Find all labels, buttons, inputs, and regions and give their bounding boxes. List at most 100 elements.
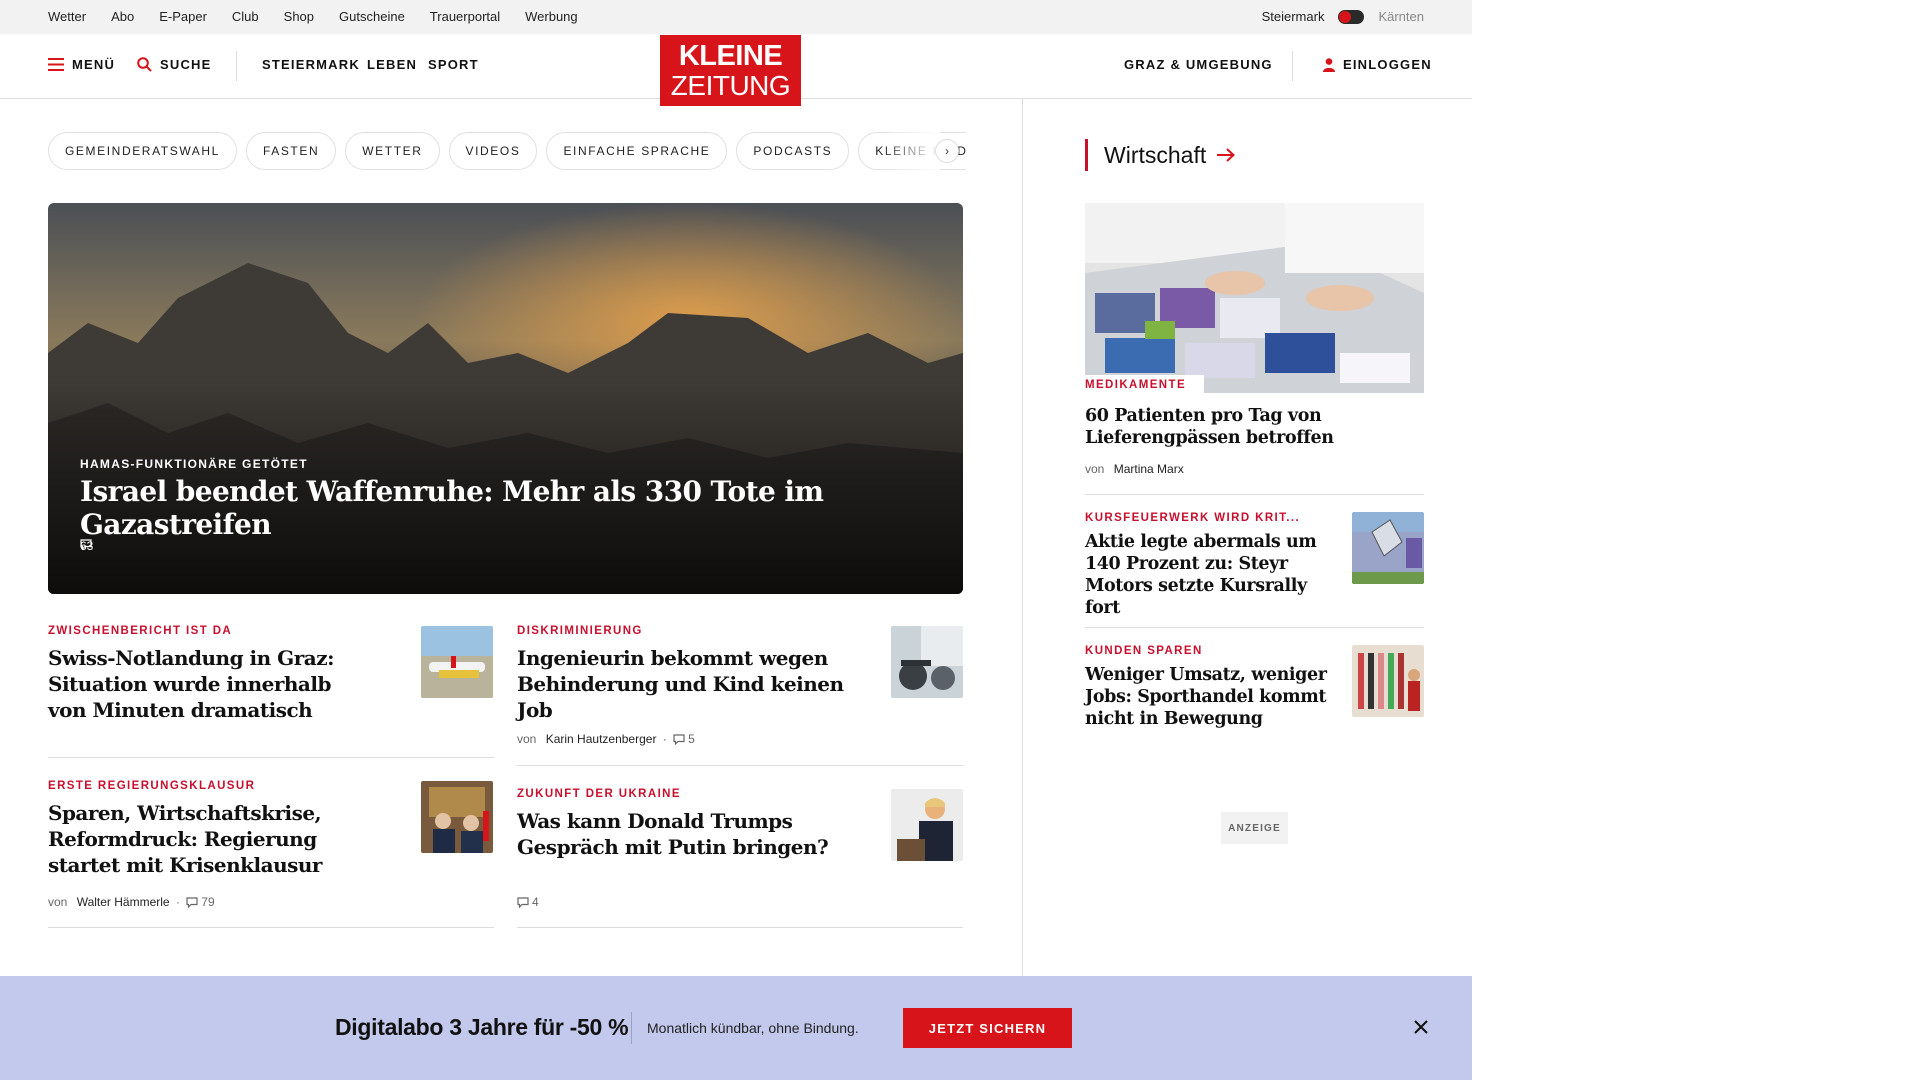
- region-kaernten[interactable]: Kärnten: [1378, 9, 1424, 24]
- meta-separator: ·: [172, 895, 184, 909]
- article-kicker: ERSTE REGIERUNGSKLAUSUR: [48, 780, 256, 792]
- utility-link-wetter[interactable]: Wetter: [48, 9, 86, 24]
- logo-line-2: ZEITUNG: [670, 70, 791, 101]
- sidebar-article-thumbnail[interactable]: [1352, 645, 1424, 717]
- region-switch: Steiermark Kärnten: [1262, 9, 1424, 24]
- sidebar-lead-meta: von Martina Marx: [1085, 462, 1184, 476]
- chip-wetter[interactable]: WETTER: [345, 132, 440, 170]
- hamburger-icon: [48, 58, 64, 71]
- row-divider: [1085, 494, 1424, 495]
- ad-label: ANZEIGE: [1221, 812, 1288, 844]
- article-card[interactable]: ZUKUNFT DER UKRAINE Was kann Donald Trum…: [517, 788, 867, 860]
- login-label: EINLOGGEN: [1343, 57, 1432, 72]
- comment-icon: [80, 539, 92, 550]
- article-comment-count[interactable]: 79: [201, 895, 214, 909]
- article-comment-count[interactable]: 4: [532, 895, 539, 909]
- banner-subtext: Monatlich kündbar, ohne Bindung.: [647, 1020, 859, 1036]
- column-divider: [1022, 99, 1023, 979]
- article-by: von: [517, 732, 537, 746]
- article-title[interactable]: Sparen, Wirtschaftskrise, Reformdruck: R…: [48, 800, 348, 878]
- hero-title[interactable]: Israel beendet Waffenruhe: Mehr als 330 …: [80, 475, 963, 541]
- sidebar-article-title[interactable]: Weniger Umsatz, weniger Jobs: Sporthande…: [1085, 664, 1330, 730]
- article-card[interactable]: ZWISCHENBERICHT IST DA Swiss-Notlandung …: [48, 625, 348, 723]
- banner-divider: [631, 1012, 632, 1044]
- article-card[interactable]: DISKRIMINIERUNG Ingenieurin bekommt wege…: [517, 625, 867, 723]
- utility-link-gutscheine[interactable]: Gutscheine: [339, 9, 405, 24]
- article-kicker: ZWISCHENBERICHT IST DA: [48, 625, 233, 637]
- utility-link-werbung[interactable]: Werbung: [525, 9, 578, 24]
- nav-steiermark[interactable]: STEIERMARK: [262, 57, 360, 72]
- row-divider: [517, 765, 963, 766]
- nav-leben[interactable]: LEBEN: [367, 57, 417, 72]
- region-toggle[interactable]: [1338, 9, 1365, 24]
- chip-fasten[interactable]: FASTEN: [245, 132, 337, 170]
- site-logo[interactable]: KLEINE ZEITUNG: [660, 35, 801, 106]
- utility-link-shop[interactable]: Shop: [284, 9, 314, 24]
- row-divider: [48, 757, 494, 758]
- region-steiermark[interactable]: Steiermark: [1262, 9, 1325, 24]
- article-card[interactable]: ERSTE REGIERUNGSKLAUSUR Sparen, Wirtscha…: [48, 780, 348, 878]
- chip-podcasts[interactable]: PODCASTS: [736, 132, 850, 170]
- header-divider: [236, 51, 237, 81]
- sidebar-article-kicker: KURSFEUERWERK WIRD KRIT...: [1085, 512, 1301, 524]
- article-author[interactable]: Martina Marx: [1114, 462, 1184, 476]
- hero-kicker: HAMAS-FUNKTIONÄRE GETÖTET: [80, 457, 308, 471]
- comment-icon: [517, 896, 529, 908]
- sidebar-article[interactable]: KURSFEUERWERK WIRD KRIT... Aktie legte a…: [1085, 512, 1330, 619]
- subscribe-button[interactable]: JETZT SICHERN: [903, 1008, 1072, 1048]
- login-button[interactable]: EINLOGGEN: [1323, 57, 1432, 72]
- article-thumbnail[interactable]: [421, 626, 493, 698]
- utility-link-trauerportal[interactable]: Trauerportal: [430, 9, 500, 24]
- article-by: von: [48, 895, 68, 909]
- sidebar-article-title[interactable]: Aktie legte abermals um 140 Prozent zu: …: [1085, 531, 1330, 619]
- utility-links: Wetter Abo E-Paper Club Shop Gutscheine …: [48, 9, 578, 24]
- article-by: von: [1085, 462, 1105, 476]
- article-meta: von Walter Hämmerle · 79: [48, 895, 215, 909]
- chip-einfache-sprache[interactable]: EINFACHE SPRACHE: [546, 132, 728, 170]
- section-header-wirtschaft[interactable]: Wirtschaft: [1085, 139, 1236, 171]
- article-title[interactable]: Ingenieurin bekommt wegen Behinderung un…: [517, 645, 867, 723]
- chips-scroll-right-button[interactable]: ›: [935, 139, 959, 163]
- article-title[interactable]: Swiss-Notlandung in Graz: Situation wurd…: [48, 645, 348, 723]
- subscription-banner: Digitalabo 3 Jahre für -50 % Monatlich k…: [0, 976, 1472, 1080]
- nav-sport[interactable]: SPORT: [428, 57, 479, 72]
- sidebar-article[interactable]: KUNDEN SPAREN Weniger Umsatz, weniger Jo…: [1085, 645, 1330, 730]
- article-kicker: DISKRIMINIERUNG: [517, 625, 643, 637]
- banner-close-button[interactable]: [1410, 1016, 1432, 1038]
- search-button[interactable]: SUCHE: [137, 57, 212, 72]
- article-meta: 4: [517, 895, 539, 909]
- comment-icon: [673, 733, 685, 745]
- article-meta: von Karin Hautzenberger · 5: [517, 732, 695, 746]
- header-divider-right: [1292, 51, 1293, 81]
- article-author[interactable]: Karin Hautzenberger: [546, 732, 657, 746]
- chip-videos[interactable]: VIDEOS: [448, 132, 538, 170]
- hero-comments[interactable]: 63: [80, 539, 93, 553]
- utility-bar: Wetter Abo E-Paper Club Shop Gutscheine …: [0, 0, 1472, 34]
- arrow-right-icon: [1217, 148, 1236, 162]
- article-thumbnail[interactable]: [891, 789, 963, 861]
- nav-graz-umgebung[interactable]: GRAZ & UMGEBUNG: [1124, 57, 1273, 72]
- row-divider: [517, 927, 963, 928]
- sidebar-lead-title[interactable]: 60 Patienten pro Tag von Lieferengpässen…: [1085, 405, 1385, 449]
- row-divider: [1085, 627, 1424, 628]
- menu-label: MENÜ: [72, 57, 116, 72]
- sidebar-article-thumbnail[interactable]: [1352, 512, 1424, 584]
- utility-link-epaper[interactable]: E-Paper: [159, 9, 207, 24]
- article-comment-count[interactable]: 5: [688, 732, 695, 746]
- chip-gemeinderatswahl[interactable]: GEMEINDERATSWAHL: [48, 132, 237, 170]
- hero-article[interactable]: HAMAS-FUNKTIONÄRE GETÖTET Israel beendet…: [48, 203, 963, 594]
- meta-separator: ·: [659, 732, 671, 746]
- article-thumbnail[interactable]: [891, 626, 963, 698]
- page: Wetter Abo E-Paper Club Shop Gutscheine …: [0, 0, 1472, 1080]
- utility-link-club[interactable]: Club: [232, 9, 259, 24]
- article-author[interactable]: Walter Hämmerle: [77, 895, 170, 909]
- sidebar-lead-image[interactable]: [1085, 203, 1424, 393]
- search-icon: [137, 57, 152, 72]
- article-thumbnail[interactable]: [421, 781, 493, 853]
- menu-button[interactable]: MENÜ: [48, 57, 115, 72]
- topic-chips: GEMEINDERATSWAHL FASTEN WETTER VIDEOS EI…: [48, 132, 966, 170]
- close-icon: [1414, 1020, 1428, 1034]
- comment-icon: [186, 896, 198, 908]
- utility-link-abo[interactable]: Abo: [111, 9, 134, 24]
- article-title[interactable]: Was kann Donald Trumps Gespräch mit Puti…: [517, 808, 867, 860]
